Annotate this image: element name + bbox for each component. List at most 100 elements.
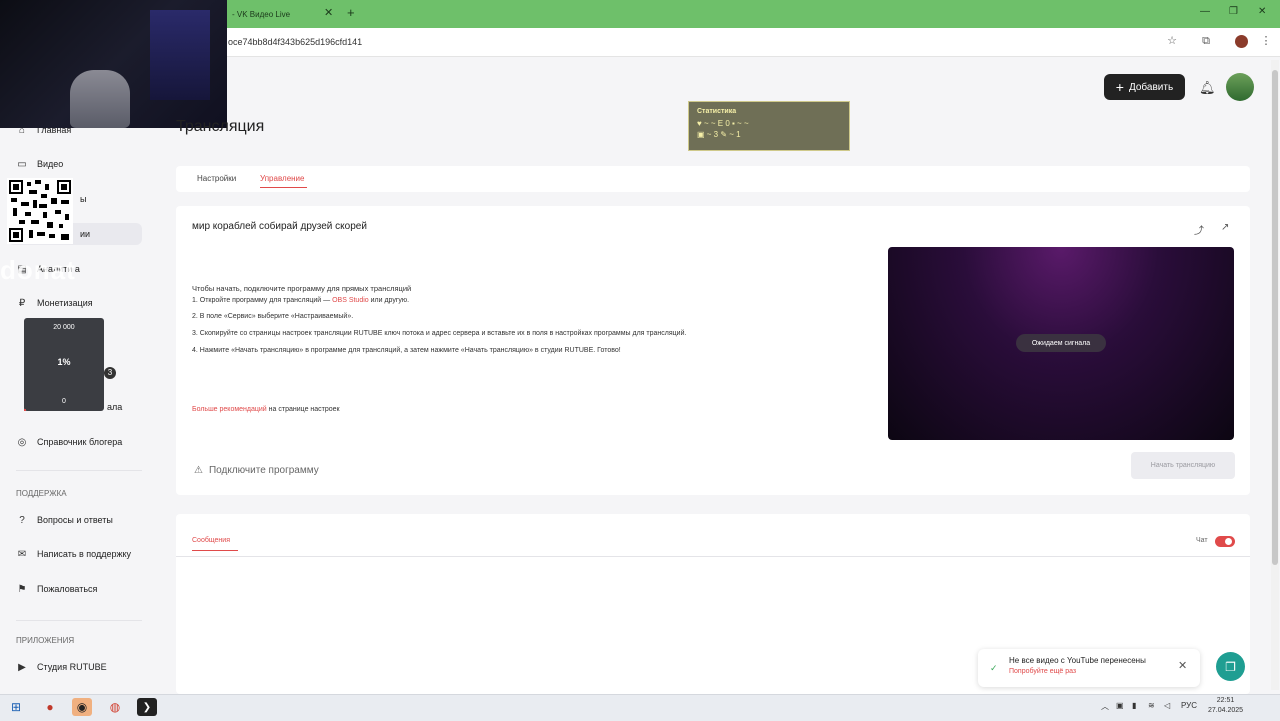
- warning-icon: ⚠: [194, 465, 203, 476]
- studio-icon: ▶: [18, 661, 26, 673]
- sidebar-item-label: ии: [80, 229, 91, 239]
- tab-messages[interactable]: Сообщения: [192, 537, 230, 544]
- minimize-icon[interactable]: —: [1200, 6, 1210, 17]
- instructions-intro: Чтобы начать, подключите программу для п…: [192, 284, 412, 293]
- share-icon[interactable]: ⤴: [1194, 222, 1204, 237]
- add-button-label: Добавить: [1128, 81, 1174, 93]
- donation-goal-widget: 20 000 1% 0: [24, 318, 104, 411]
- windows-start-icon[interactable]: ⊞: [6, 698, 26, 716]
- toast-title: Не все видео с YouTube перенесены: [1009, 656, 1146, 665]
- step-text: 1. Откройте программу для трансляций —: [192, 297, 333, 304]
- tray-volume-icon[interactable]: ◁: [1164, 701, 1170, 710]
- obs-studio-link[interactable]: OBS Studio: [332, 297, 369, 304]
- taskbar: [0, 694, 1280, 721]
- stats-widget: Статистика ♥ ~ ~ E 0 ▪ ~ ~ ▣ ~ 3 ✎ ~ 1: [688, 101, 850, 151]
- handbook-icon: ◎: [17, 436, 27, 448]
- more-recommendations-text: на странице настроек: [266, 406, 340, 413]
- terminal-taskbar-icon[interactable]: ❯: [137, 698, 157, 716]
- sidebar-item-partial-1[interactable]: ы: [80, 189, 86, 209]
- qr-code: [7, 178, 73, 244]
- tab-title: - VK Видео Live: [232, 9, 291, 19]
- help-chat-icon[interactable]: ❐: [1216, 652, 1245, 681]
- instruction-step-3: 3. Скопируйте со страницы настроек транс…: [192, 330, 687, 337]
- apps-section-header: ПРИЛОЖЕНИЯ: [16, 636, 75, 645]
- page-title: Трансляция: [176, 118, 265, 135]
- sidebar-item-contact-support[interactable]: ✉ Написать в поддержку: [16, 544, 131, 564]
- plus-icon: +: [1115, 79, 1124, 95]
- sidebar-item-report[interactable]: ⚑ Пожаловаться: [16, 579, 98, 599]
- scrollbar-thumb[interactable]: [1272, 70, 1278, 565]
- add-button[interactable]: + Добавить: [1104, 74, 1185, 100]
- tray-network-icon[interactable]: ▣: [1116, 701, 1124, 710]
- sidebar-item-label: Монетизация: [37, 298, 93, 308]
- sidebar-item-channel[interactable]: ала: [107, 397, 122, 417]
- bookmark-star-icon[interactable]: ☆: [1165, 34, 1179, 48]
- maximize-icon[interactable]: ❐: [1229, 6, 1238, 17]
- open-external-icon[interactable]: ↗: [1221, 222, 1229, 233]
- sidebar-item-faq[interactable]: ? Вопросы и ответы: [16, 510, 113, 530]
- messages-tab-underline: [192, 550, 238, 551]
- chat-divider: [176, 556, 1250, 557]
- more-recommendations-link[interactable]: Больше рекомендаций: [192, 406, 267, 413]
- tabs-card: [176, 166, 1250, 192]
- sidebar-item-label: Видео: [37, 159, 64, 169]
- tab-management[interactable]: Управление: [260, 174, 304, 183]
- tab-settings[interactable]: Настройки: [197, 174, 236, 183]
- monetization-icon: ₽: [18, 297, 26, 309]
- instruction-step-2: 2. В поле «Сервис» выберите «Настраиваем…: [192, 313, 354, 320]
- connect-program-label: Подключите программу: [208, 465, 319, 476]
- sidebar-item-rutube-studio[interactable]: ▶ Студия RUTUBE: [16, 657, 107, 677]
- toast-retry-link[interactable]: Попробуйте ещё раз: [1009, 668, 1076, 675]
- tray-chevron-icon[interactable]: ︿: [1101, 701, 1109, 712]
- clock-date: 27.04.2025: [1208, 707, 1244, 714]
- webcam-person: [70, 70, 130, 128]
- user-avatar[interactable]: [1226, 73, 1254, 101]
- start-stream-button[interactable]: Начать трансляцию: [1131, 452, 1235, 479]
- sidebar-divider: [16, 620, 142, 621]
- taskbar-clock[interactable]: 22:51 27.04.2025: [1208, 696, 1243, 716]
- tab-close-icon[interactable]: ✕: [324, 6, 333, 19]
- instruction-step-4: 4. Нажмите «Начать трансляцию» в програм…: [192, 347, 621, 354]
- sidebar-item-monetization[interactable]: ₽ Монетизация: [16, 293, 93, 313]
- chat-toggle-knob: [1225, 538, 1232, 545]
- sidebar-item-handbook[interactable]: ◎ Справочник блогера: [16, 432, 123, 452]
- stats-title: Статистика: [697, 108, 737, 115]
- tray-usb-icon[interactable]: ▮: [1132, 701, 1136, 710]
- donat-watermark: donat: [0, 255, 76, 285]
- obs-taskbar-icon[interactable]: ◉: [72, 698, 92, 716]
- sidebar-item-broadcasts[interactable]: ии: [80, 224, 90, 244]
- goal-target: 20 000: [53, 324, 75, 331]
- clock-time: 22:51: [1216, 697, 1235, 704]
- chat-toggle-label: Чат: [1196, 537, 1208, 544]
- step-text: или другую.: [368, 297, 410, 304]
- close-window-icon[interactable]: ✕: [1258, 6, 1266, 17]
- extensions-icon[interactable]: ⧉: [1199, 34, 1213, 48]
- sidebar-item-label: Студия RUTUBE: [37, 662, 107, 672]
- app-icon[interactable]: ●: [40, 698, 60, 716]
- webcam-background-window: [150, 10, 210, 100]
- video-icon: ▭: [17, 158, 27, 170]
- check-icon: ✓: [990, 663, 998, 673]
- webcam-overlay: [0, 0, 227, 128]
- goal-percent: 1%: [57, 357, 71, 367]
- goal-current: 0: [62, 398, 66, 405]
- browser-menu-icon[interactable]: ⋮: [1259, 34, 1273, 48]
- chrome-taskbar-icon[interactable]: ◍: [105, 698, 125, 716]
- goal-badge: 3: [104, 367, 116, 379]
- sidebar-item-label: ала: [107, 402, 123, 412]
- sidebar-item-video[interactable]: ▭ Видео: [16, 154, 63, 174]
- new-tab-icon[interactable]: +: [347, 5, 355, 20]
- stream-title: мир кораблей собирай друзей скорей: [192, 221, 367, 232]
- instruction-step-1: 1. Откройте программу для трансляций — O…: [192, 297, 409, 304]
- url-field[interactable]: oce74bb8d4f343b625d196cfd141: [228, 37, 362, 47]
- more-recommendations: Больше рекомендаций на странице настроек: [192, 406, 340, 413]
- mail-icon: ✉: [17, 548, 27, 560]
- browser-profile-avatar[interactable]: [1235, 35, 1248, 48]
- active-tab-underline: [260, 187, 307, 188]
- tray-language[interactable]: РУС: [1181, 701, 1197, 710]
- tray-wifi-icon[interactable]: ≋: [1148, 701, 1155, 710]
- notifications-bell-icon[interactable]: 🔔︎: [1199, 80, 1216, 96]
- sidebar-divider: [16, 470, 142, 471]
- toast-close-icon[interactable]: ✕: [1178, 659, 1187, 672]
- stats-row: ♥ ~ ~ E 0 ▪ ~ ~: [697, 119, 749, 128]
